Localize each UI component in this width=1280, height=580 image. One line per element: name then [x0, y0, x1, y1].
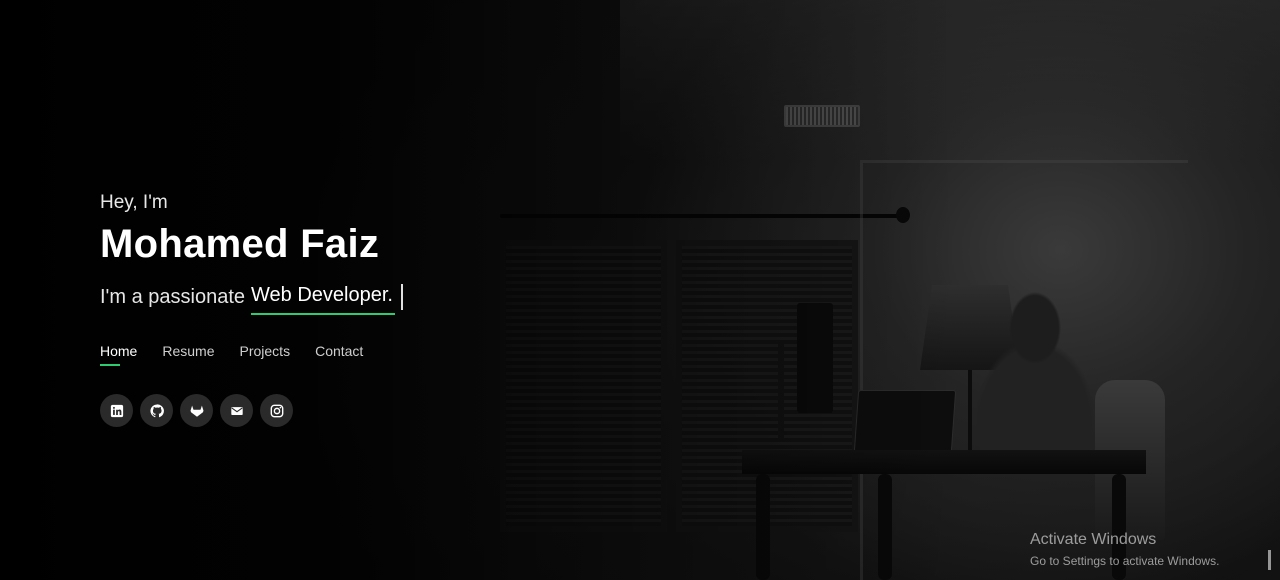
typing-caret: [400, 283, 403, 310]
hero-name: Mohamed Faiz: [100, 222, 380, 266]
tagline: I'm a passionate Web Developer.: [100, 280, 403, 315]
instagram-icon: [270, 404, 283, 417]
mail-link[interactable]: [220, 394, 253, 427]
gitlab-icon: [190, 405, 203, 417]
tagline-prefix: I'm a passionate: [100, 285, 246, 308]
hero-section: Hey, I'm Mohamed Faiz I'm a passionate W…: [100, 190, 403, 427]
nav-contact[interactable]: Contact: [315, 343, 363, 364]
nav-projects[interactable]: Projects: [240, 343, 291, 364]
gitlab-link[interactable]: [180, 394, 213, 427]
greeting-text: Hey, I'm: [100, 192, 168, 213]
nav-resume[interactable]: Resume: [162, 343, 214, 364]
screen-edge-handle: [1268, 550, 1271, 570]
watermark-title: Activate Windows: [1030, 531, 1157, 548]
main-nav: Home Resume Projects Contact: [100, 343, 403, 366]
activate-windows-watermark: Activate Windows Go to Settings to activ…: [1030, 530, 1219, 570]
typed-role: Web Developer.: [251, 280, 395, 315]
watermark-subtitle: Go to Settings to activate Windows.: [1030, 554, 1220, 568]
linkedin-icon: [110, 404, 123, 417]
linkedin-link[interactable]: [100, 394, 133, 427]
nav-home[interactable]: Home: [100, 343, 137, 366]
github-link[interactable]: [140, 394, 173, 427]
social-links: [100, 394, 403, 427]
instagram-link[interactable]: [260, 394, 293, 427]
github-icon: [149, 403, 164, 417]
mail-icon: [230, 406, 243, 415]
